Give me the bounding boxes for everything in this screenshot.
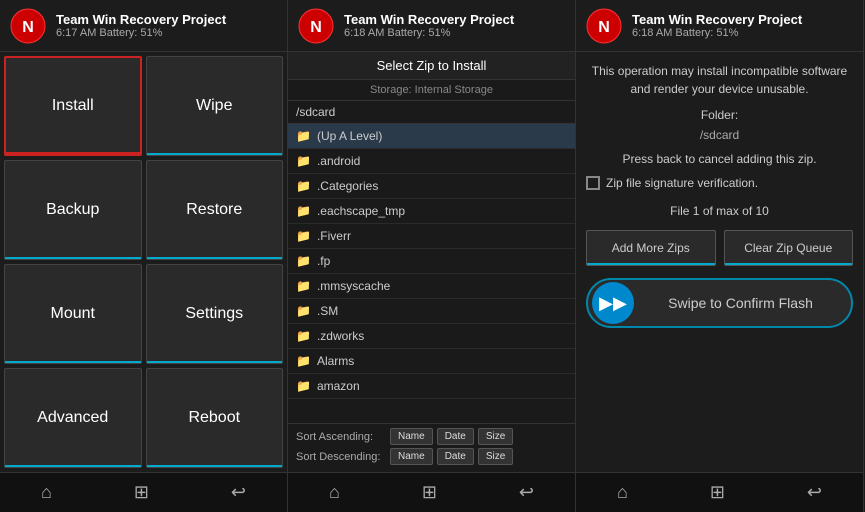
list-item[interactable]: 📁 .android xyxy=(288,149,575,174)
signature-label: Zip file signature verification. xyxy=(606,176,758,190)
folder-icon: 📁 xyxy=(296,279,311,293)
panel1-status: 6:17 AM Battery: 51% xyxy=(56,27,226,39)
panel2-title: Team Win Recovery Project xyxy=(344,12,514,27)
twrp-logo-2: N xyxy=(298,8,334,44)
back-icon-2[interactable]: ↩ xyxy=(519,482,534,503)
folder-icon: 📁 xyxy=(296,179,311,193)
twrp-logo: N xyxy=(10,8,46,44)
sort-ascending-label: Sort Ascending: xyxy=(296,431,386,443)
folder-icon: 📁 xyxy=(296,354,311,368)
folder-icon: 📁 xyxy=(296,329,311,343)
svg-text:N: N xyxy=(22,19,34,36)
signature-checkbox[interactable] xyxy=(586,176,600,190)
folder-icon: 📁 xyxy=(296,204,311,218)
backup-button[interactable]: Backup xyxy=(4,160,142,260)
list-item[interactable]: 📁 .Fiverr xyxy=(288,224,575,249)
list-item[interactable]: 📁 .Categories xyxy=(288,174,575,199)
swipe-circle: ▶▶ xyxy=(592,282,634,324)
main-grid: Install Wipe Backup Restore Mount Settin… xyxy=(0,52,287,472)
folder-path: /sdcard xyxy=(586,128,853,142)
header-text-1: Team Win Recovery Project 6:17 AM Batter… xyxy=(56,12,226,39)
file-item-up[interactable]: 📁 (Up A Level) xyxy=(288,124,575,149)
mount-button[interactable]: Mount xyxy=(4,264,142,364)
restore-button[interactable]: Restore xyxy=(146,160,284,260)
header-text-3: Team Win Recovery Project 6:18 AM Batter… xyxy=(632,12,802,39)
list-item[interactable]: 📁 .SM xyxy=(288,299,575,324)
menu-icon-2[interactable]: ⊞ xyxy=(422,482,437,503)
folder-icon: 📁 xyxy=(296,229,311,243)
panel2-header: N Team Win Recovery Project 6:18 AM Batt… xyxy=(288,0,575,52)
panel3-bottom-nav: ⌂ ⊞ ↩ xyxy=(576,472,863,512)
sort-section: Sort Ascending: Name Date Size Sort Desc… xyxy=(288,423,575,472)
folder-icon: 📁 xyxy=(296,379,311,393)
sort-ascending-row: Sort Ascending: Name Date Size xyxy=(296,428,567,445)
svg-text:N: N xyxy=(310,19,322,36)
home-icon-3[interactable]: ⌂ xyxy=(617,482,628,503)
install-button[interactable]: Install xyxy=(4,56,142,156)
wipe-button[interactable]: Wipe xyxy=(146,56,284,156)
sort-descending-label: Sort Descending: xyxy=(296,451,386,463)
list-item[interactable]: 📁 Alarms xyxy=(288,349,575,374)
panel-confirm-flash: N Team Win Recovery Project 6:18 AM Batt… xyxy=(576,0,864,512)
menu-icon-3[interactable]: ⊞ xyxy=(710,482,725,503)
panel3-title: Team Win Recovery Project xyxy=(632,12,802,27)
menu-icon[interactable]: ⊞ xyxy=(134,482,149,503)
sort-descending-row: Sort Descending: Name Date Size xyxy=(296,448,567,465)
home-icon-2[interactable]: ⌂ xyxy=(329,482,340,503)
file-list: 📁 (Up A Level) 📁 .android 📁 .Categories … xyxy=(288,124,575,423)
panel2-status: 6:18 AM Battery: 51% xyxy=(344,27,514,39)
list-item[interactable]: 📁 .eachscape_tmp xyxy=(288,199,575,224)
header-text-2: Team Win Recovery Project 6:18 AM Batter… xyxy=(344,12,514,39)
twrp-logo-3: N xyxy=(586,8,622,44)
panel1-bottom-nav: ⌂ ⊞ ↩ xyxy=(0,472,287,512)
sort-desc-name-button[interactable]: Name xyxy=(390,448,433,465)
select-zip-title: Select Zip to Install xyxy=(288,52,575,80)
clear-zip-queue-button[interactable]: Clear Zip Queue xyxy=(724,230,854,266)
settings-button[interactable]: Settings xyxy=(146,264,284,364)
swipe-arrow-icon: ▶▶ xyxy=(599,293,627,314)
reboot-button[interactable]: Reboot xyxy=(146,368,284,468)
panel3-status: 6:18 AM Battery: 51% xyxy=(632,27,802,39)
back-icon[interactable]: ↩ xyxy=(231,482,246,503)
swipe-confirm-flash-button[interactable]: ▶▶ Swipe to Confirm Flash xyxy=(586,278,853,328)
folder-icon: 📁 xyxy=(296,304,311,318)
warning-text: This operation may install incompatible … xyxy=(586,62,853,98)
sort-desc-size-button[interactable]: Size xyxy=(478,448,513,465)
sort-desc-date-button[interactable]: Date xyxy=(437,448,474,465)
panel-file-picker: N Team Win Recovery Project 6:18 AM Batt… xyxy=(288,0,576,512)
sort-asc-name-button[interactable]: Name xyxy=(390,428,433,445)
panel2-bottom-nav: ⌂ ⊞ ↩ xyxy=(288,472,575,512)
folder-icon: 📁 xyxy=(296,254,311,268)
folder-icon: 📁 xyxy=(296,154,311,168)
folder-label: Folder: xyxy=(586,108,853,122)
panel-main-menu: N Team Win Recovery Project 6:17 AM Batt… xyxy=(0,0,288,512)
sort-asc-date-button[interactable]: Date xyxy=(437,428,474,445)
panel1-title: Team Win Recovery Project xyxy=(56,12,226,27)
checkbox-row: Zip file signature verification. xyxy=(586,176,853,190)
svg-text:N: N xyxy=(598,19,610,36)
sort-asc-size-button[interactable]: Size xyxy=(478,428,513,445)
file-count: File 1 of max of 10 xyxy=(586,204,853,218)
advanced-button[interactable]: Advanced xyxy=(4,368,142,468)
add-more-zips-button[interactable]: Add More Zips xyxy=(586,230,716,266)
panel1-header: N Team Win Recovery Project 6:17 AM Batt… xyxy=(0,0,287,52)
home-icon[interactable]: ⌂ xyxy=(41,482,52,503)
folder-up-icon: 📁 xyxy=(296,129,311,143)
panel2-content: Select Zip to Install Storage: Internal … xyxy=(288,52,575,472)
list-item[interactable]: 📁 .mmsyscache xyxy=(288,274,575,299)
path-bar: /sdcard xyxy=(288,101,575,124)
storage-bar: Storage: Internal Storage xyxy=(288,80,575,101)
list-item[interactable]: 📁 .zdworks xyxy=(288,324,575,349)
list-item[interactable]: 📁 .fp xyxy=(288,249,575,274)
action-buttons: Add More Zips Clear Zip Queue xyxy=(586,230,853,266)
panel3-header: N Team Win Recovery Project 6:18 AM Batt… xyxy=(576,0,863,52)
panel3-content: This operation may install incompatible … xyxy=(576,52,863,472)
swipe-text: Swipe to Confirm Flash xyxy=(634,295,847,311)
list-item[interactable]: 📁 amazon xyxy=(288,374,575,399)
cancel-text: Press back to cancel adding this zip. xyxy=(586,152,853,166)
back-icon-3[interactable]: ↩ xyxy=(807,482,822,503)
